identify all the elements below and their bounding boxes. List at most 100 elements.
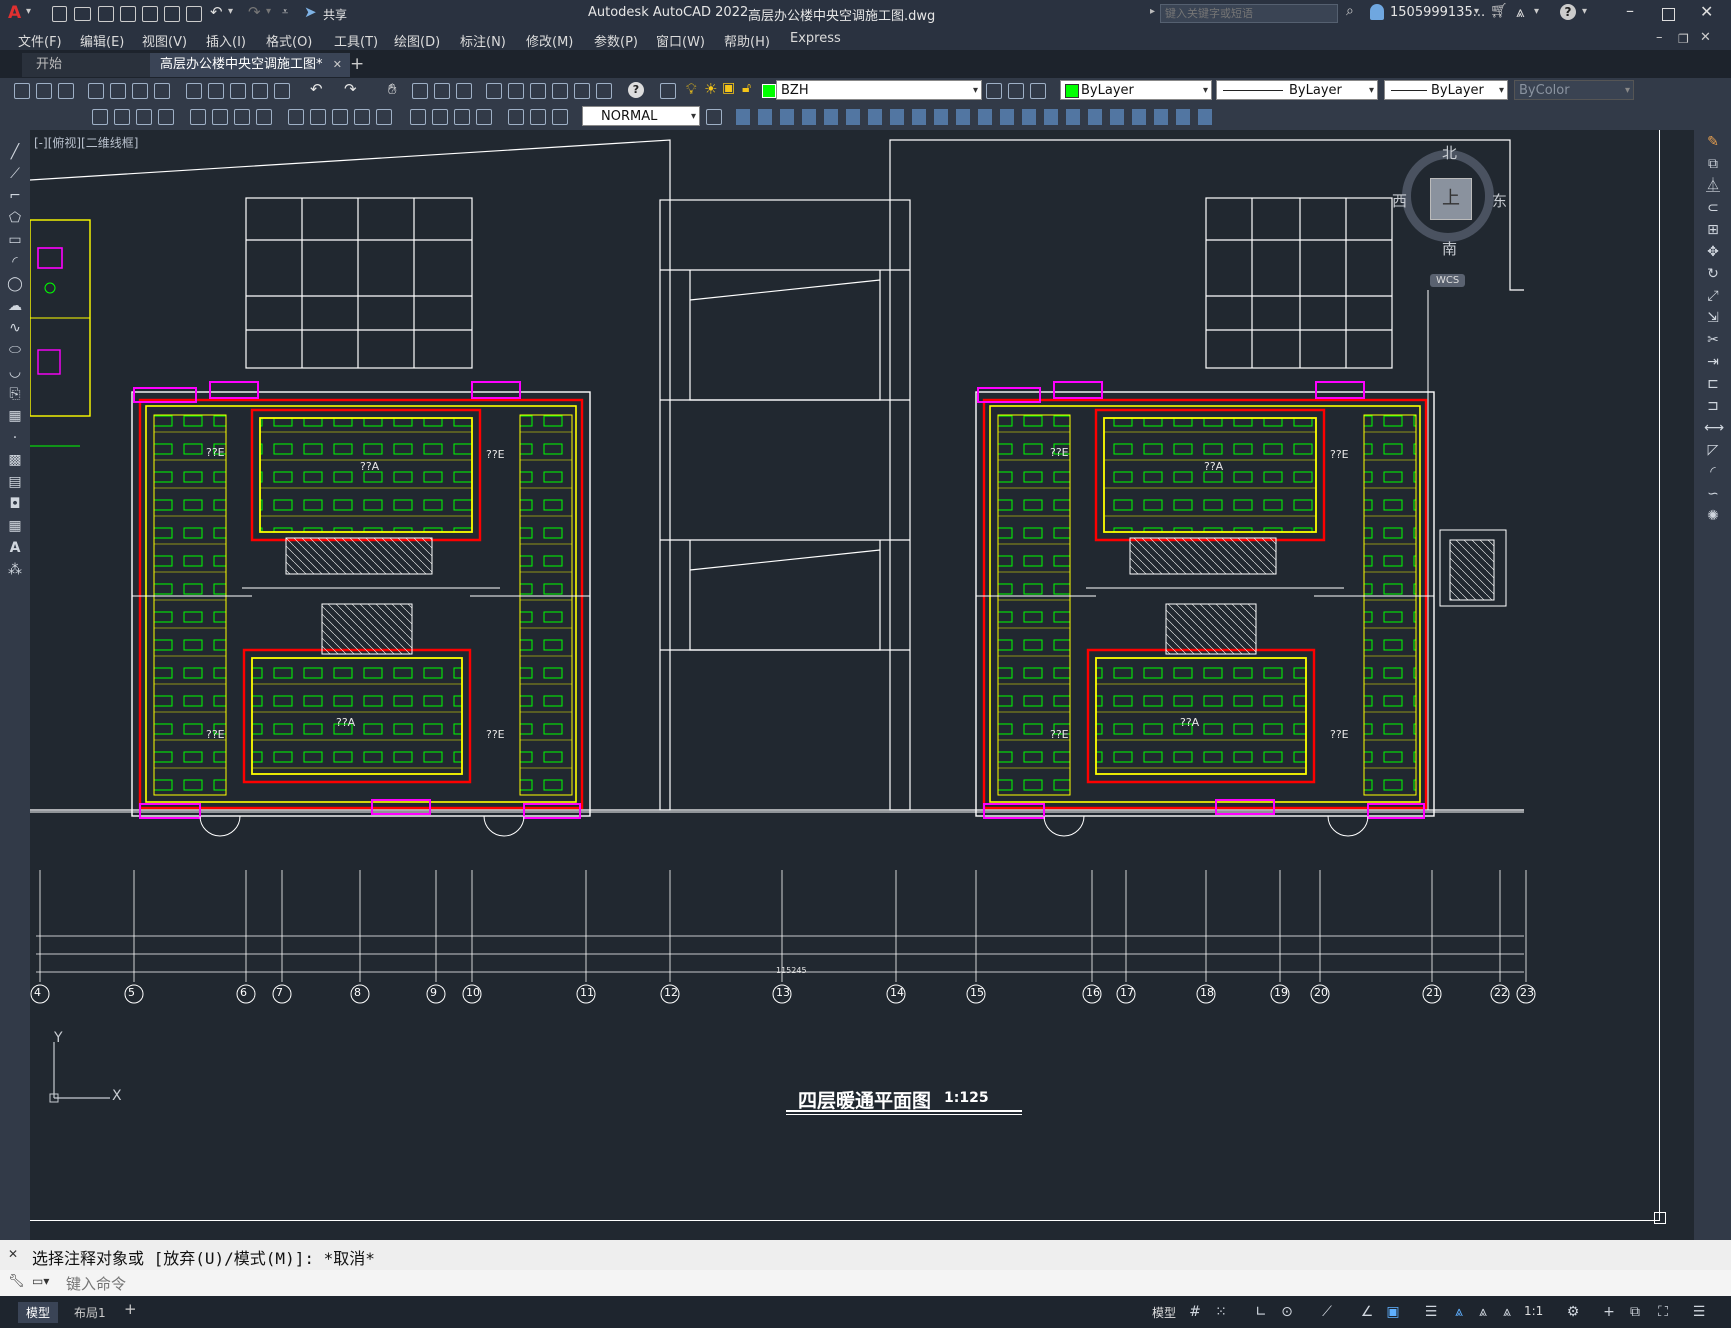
menu-file[interactable]: 文件(F) xyxy=(18,31,62,50)
tb-arc-dim-icon[interactable] xyxy=(136,109,152,125)
polyline-icon[interactable]: ⌐ xyxy=(6,188,24,204)
tb-jogged-dim-icon[interactable] xyxy=(212,109,228,125)
menu-view[interactable]: 视图(V) xyxy=(142,31,187,50)
tb-linear-dim-icon[interactable] xyxy=(92,109,108,125)
plus-icon[interactable]: + xyxy=(1600,1304,1618,1320)
tb-save-icon[interactable] xyxy=(58,83,74,99)
tb-angular-dim-icon[interactable] xyxy=(256,109,272,125)
layer-viewport-icon[interactable]: ▣ xyxy=(722,80,735,96)
polygon-icon[interactable]: ⬠ xyxy=(6,210,24,226)
autoscale-icon[interactable]: ⩓ xyxy=(1474,1304,1492,1320)
autodesk-app-icon[interactable]: ⩓ xyxy=(1516,3,1524,21)
fillet-icon[interactable]: ◜ xyxy=(1704,464,1722,480)
blend-icon[interactable]: ∽ xyxy=(1704,486,1722,502)
mtext-icon[interactable]: A xyxy=(6,540,24,556)
rotate-icon[interactable]: ↻ xyxy=(1704,266,1722,282)
point-icon[interactable]: · xyxy=(6,430,24,446)
mirror-icon[interactable]: ⏅ xyxy=(1704,178,1722,194)
tb-radius-dim-icon[interactable] xyxy=(190,109,206,125)
settings-gear-icon[interactable]: ⚙ xyxy=(1564,1304,1582,1320)
redo-dropdown-icon[interactable]: ▾ xyxy=(266,6,271,17)
tab-start[interactable]: 开始 xyxy=(22,53,162,77)
scale-icon[interactable]: ⤢ xyxy=(1704,288,1722,304)
compass-north[interactable]: 北 xyxy=(1442,142,1457,163)
doc-restore-icon[interactable]: ❐ xyxy=(1678,32,1689,46)
tb-zoom-previous-icon[interactable] xyxy=(456,83,472,99)
viewcube-face[interactable]: 上 xyxy=(1430,178,1472,220)
tb-center-mark-icon[interactable] xyxy=(432,109,448,125)
menu-help[interactable]: 帮助(H) xyxy=(724,31,770,50)
share-button[interactable]: 共享 xyxy=(323,6,347,23)
menu-insert[interactable]: 插入(I) xyxy=(206,31,246,50)
otrack-icon[interactable]: ∠ xyxy=(1358,1304,1376,1320)
tb-dimstyle-icon[interactable] xyxy=(706,109,722,125)
line-icon[interactable]: ╱ xyxy=(6,144,24,160)
doc-minimize-icon[interactable]: – xyxy=(1656,30,1663,45)
table-icon[interactable]: ▦ xyxy=(6,518,24,534)
search-icon[interactable]: ⌕ xyxy=(1346,3,1354,19)
layout-tab-model[interactable]: 模型 xyxy=(18,1302,59,1323)
tb-copy-icon[interactable] xyxy=(208,83,224,99)
share-icon[interactable]: ➤ xyxy=(304,3,317,21)
tb-layer-previous-icon[interactable] xyxy=(1030,83,1046,99)
menu-edit[interactable]: 编辑(E) xyxy=(80,31,124,50)
tb-inspect-icon[interactable] xyxy=(454,109,470,125)
snap-icon[interactable]: ⁙ xyxy=(1212,1304,1230,1320)
tab-drawing[interactable]: 高层办公楼中央空调施工图* ✕ xyxy=(150,53,350,77)
new-icon[interactable] xyxy=(52,6,67,22)
dimstyle-dropdown[interactable]: NORMAL ▾ xyxy=(582,106,700,126)
ortho-icon[interactable]: ∟ xyxy=(1252,1304,1270,1320)
tb-3dprint-icon[interactable] xyxy=(154,83,170,99)
layer-freeze-icon[interactable]: ☀ xyxy=(704,80,717,98)
erase-icon[interactable]: ✎ xyxy=(1704,134,1722,150)
help-dropdown-icon[interactable]: ▾ xyxy=(1582,6,1587,17)
plot-icon[interactable] xyxy=(164,6,180,22)
undo-dropdown-icon[interactable]: ▾ xyxy=(228,6,233,17)
tab-close-icon[interactable]: ✕ xyxy=(333,53,342,77)
app-logo[interactable]: A xyxy=(8,3,21,23)
viewcube[interactable]: 上 北 南 西 东 WCS xyxy=(1370,140,1520,300)
user-dropdown-icon[interactable]: ▾ xyxy=(1474,6,1479,17)
ellipse-icon[interactable]: ⬭ xyxy=(6,342,24,358)
tb-matchprop-icon[interactable] xyxy=(252,83,268,99)
drawing-canvas[interactable]: [-][俯视][二维线框] ??E ??A ??E ??E ??A ??E ??… xyxy=(30,130,1694,1238)
add-layout-icon[interactable]: + xyxy=(124,1300,137,1318)
tb-jogged-linear-icon[interactable] xyxy=(476,109,492,125)
compass-south[interactable]: 南 xyxy=(1442,238,1457,259)
layer-lock-icon[interactable]: 🔓︎ xyxy=(742,80,751,96)
grip-handle[interactable] xyxy=(1654,1212,1666,1224)
tb-diameter-dim-icon[interactable] xyxy=(234,109,250,125)
maximize-icon[interactable] xyxy=(1662,8,1675,21)
tb-dimedit-icon[interactable] xyxy=(508,109,524,125)
customize-icon[interactable]: ☰ xyxy=(1690,1304,1708,1320)
trim-icon[interactable]: ✂ xyxy=(1704,332,1722,348)
tb-calc-icon[interactable] xyxy=(596,83,612,99)
tb-block-icon[interactable] xyxy=(274,83,290,99)
rectangle-icon[interactable]: ▭ xyxy=(6,232,24,248)
tb-redo-icon[interactable]: ↷ xyxy=(344,80,357,98)
customize-qat-icon[interactable]: ⩡ xyxy=(282,5,288,19)
move-icon[interactable]: ✥ xyxy=(1704,244,1722,260)
tb-zoom-window-icon[interactable] xyxy=(434,83,450,99)
tb-undo-icon[interactable]: ↶ xyxy=(310,80,323,98)
menu-express[interactable]: Express xyxy=(790,31,841,46)
tb-pan-icon[interactable]: ✋︎ xyxy=(388,80,397,98)
tb-ordinate-dim-icon[interactable] xyxy=(158,109,174,125)
print-icon[interactable] xyxy=(186,6,202,22)
lineweight-icon[interactable]: ☰ xyxy=(1422,1304,1440,1320)
chamfer-icon[interactable]: ◸ xyxy=(1704,442,1722,458)
app-menu-arrow-icon[interactable]: ▾ xyxy=(26,6,31,17)
grid-icon[interactable]: # xyxy=(1186,1304,1204,1320)
tb-open-icon[interactable] xyxy=(36,83,52,99)
tb-help-icon[interactable]: ? xyxy=(628,82,644,98)
command-prompt-icon[interactable]: ▭▾ xyxy=(32,1274,49,1288)
break-icon[interactable]: ⊐ xyxy=(1704,398,1722,414)
menu-window[interactable]: 窗口(W) xyxy=(656,31,705,50)
tb-continue-dim-icon[interactable] xyxy=(332,109,348,125)
tb-publish-icon[interactable] xyxy=(132,83,148,99)
tb-break-dim-icon[interactable] xyxy=(376,109,392,125)
user-name[interactable]: 1505999135... xyxy=(1390,5,1485,20)
tb-sheetset-icon[interactable] xyxy=(552,83,568,99)
layer-on-icon[interactable]: 💡︎ xyxy=(686,80,697,98)
tb-space-dim-icon[interactable] xyxy=(354,109,370,125)
